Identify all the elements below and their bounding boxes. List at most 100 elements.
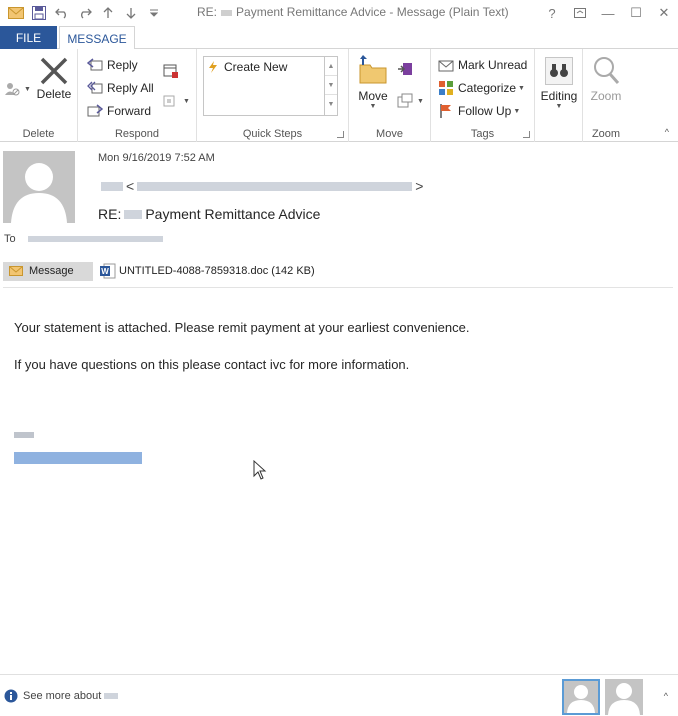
title-bar: RE: Payment Remittance Advice - Message (…	[0, 0, 678, 26]
meeting-icon	[163, 63, 179, 79]
tags-group-label: Tags	[470, 128, 495, 140]
minimize-button[interactable]: —	[594, 0, 622, 26]
move-dropdown-icon: ▼	[369, 103, 377, 110]
follow-up-button[interactable]: Follow Up ▼	[438, 103, 520, 119]
more-respond-icon	[163, 93, 179, 109]
tags-launcher-icon[interactable]	[523, 131, 530, 138]
sender-avatar[interactable]	[3, 151, 75, 223]
message-date: Mon 9/16/2019 7:52 AM	[98, 152, 215, 164]
actions-icon	[397, 93, 413, 109]
move-group-label: Move	[376, 128, 403, 140]
meeting-button[interactable]	[163, 63, 183, 79]
editing-group: Editing ▼	[535, 49, 583, 142]
move-button[interactable]: Move ▼	[353, 55, 393, 110]
mouse-cursor-icon	[253, 459, 267, 483]
next-item-icon[interactable]	[121, 3, 141, 23]
redacted-signature-link[interactable]	[14, 452, 142, 464]
tags-group: Mark Unread Categorize ▼ Follow Up ▼ Tags	[431, 49, 535, 142]
people-avatar-sender[interactable]	[562, 679, 600, 715]
info-icon	[4, 689, 18, 703]
redacted-subject-part	[124, 209, 143, 219]
ignore-button[interactable]: ▼	[4, 81, 31, 97]
reply-all-icon	[87, 80, 103, 96]
scroll-down-icon[interactable]: ▼	[325, 76, 337, 95]
collapse-ribbon-icon[interactable]: ^	[665, 127, 669, 137]
scroll-up-icon[interactable]: ▲	[325, 57, 337, 76]
tab-file[interactable]: FILE	[0, 26, 57, 49]
attachment-item[interactable]: W UNTITLED-4088-7859318.doc (142 KB)	[100, 263, 315, 279]
ribbon-tabs: FILE MESSAGE	[0, 26, 678, 50]
customize-qat-icon[interactable]	[144, 3, 164, 23]
quick-steps-gallery: Create New ▲ ▼ ▼	[203, 56, 338, 116]
expand-people-pane-icon[interactable]: ^	[664, 691, 668, 701]
zoom-group: Zoom Zoom	[583, 49, 629, 142]
reply-all-button[interactable]: Reply All	[87, 80, 154, 96]
forward-button[interactable]: Forward	[87, 103, 151, 119]
people-pane: See more about ^	[0, 674, 678, 716]
more-respond-button[interactable]: ▼	[163, 93, 190, 109]
help-button[interactable]: ?	[538, 0, 566, 26]
maximize-button[interactable]: ☐	[622, 0, 650, 26]
message-subject: RE: Payment Remittance Advice	[98, 206, 321, 222]
zoom-button[interactable]: Zoom	[585, 55, 627, 103]
body-line-1: Your statement is attached. Please remit…	[14, 320, 470, 335]
actions-dropdown-icon: ▼	[417, 97, 424, 105]
lightning-icon	[208, 61, 218, 73]
respond-group-label: Respond	[114, 128, 160, 140]
see-more-about[interactable]: See more about	[4, 689, 121, 703]
header-divider	[3, 287, 673, 288]
mark-unread-button[interactable]: Mark Unread	[438, 57, 527, 73]
quick-steps-group-label: Quick Steps	[242, 128, 303, 140]
mark-unread-icon	[438, 57, 454, 73]
ignore-dropdown-icon: ▼	[24, 85, 31, 93]
editing-dropdown-icon: ▼	[555, 103, 563, 110]
undo-icon[interactable]	[52, 3, 72, 23]
delete-icon	[36, 57, 72, 87]
message-header: Mon 9/16/2019 7:52 AM < > RE: Payment Re…	[0, 142, 678, 290]
more-respond-dropdown-icon: ▼	[183, 97, 190, 105]
quick-steps-launcher-icon[interactable]	[337, 131, 344, 138]
ignore-icon	[4, 81, 20, 97]
ribbon-display-options-icon[interactable]	[566, 0, 594, 26]
previous-item-icon[interactable]	[98, 3, 118, 23]
redacted-recipient	[27, 236, 163, 242]
reply-button[interactable]: Reply	[87, 57, 138, 73]
to-line: To	[4, 233, 166, 245]
zoom-group-label: Zoom	[591, 128, 621, 140]
sender-line[interactable]: < >	[98, 178, 423, 194]
redacted-sender-email	[137, 181, 413, 191]
save-icon[interactable]	[29, 3, 49, 23]
redacted-text	[221, 9, 233, 16]
onenote-button[interactable]	[397, 61, 417, 77]
delete-group: ▼ Delete Delete	[0, 49, 78, 142]
people-avatar-recipient[interactable]	[605, 679, 643, 715]
window-controls: ? — ☐ ✕	[538, 0, 678, 26]
ribbon: ▼ Delete Delete Reply Reply All Forward	[0, 49, 678, 142]
redo-icon[interactable]	[75, 3, 95, 23]
quick-step-create-new[interactable]: Create New	[208, 60, 287, 74]
quick-steps-scrollbar[interactable]: ▲ ▼ ▼	[324, 57, 337, 115]
move-folder-icon	[353, 55, 393, 89]
delete-button[interactable]: Delete	[36, 57, 72, 101]
delete-group-label: Delete	[22, 128, 55, 140]
magnifier-icon	[585, 55, 627, 89]
categorize-dropdown-icon: ▼	[518, 84, 525, 92]
binoculars-icon	[537, 53, 581, 89]
close-button[interactable]: ✕	[650, 0, 678, 26]
forward-icon	[87, 103, 103, 119]
expand-gallery-icon[interactable]: ▼	[325, 95, 337, 114]
actions-button[interactable]: ▼	[397, 93, 424, 109]
editing-button[interactable]: Editing ▼	[537, 53, 581, 110]
categorize-button[interactable]: Categorize ▼	[438, 80, 525, 96]
body-line-2: If you have questions on this please con…	[14, 357, 410, 372]
window-title: RE: Payment Remittance Advice - Message (…	[197, 5, 509, 19]
redacted-sender-name	[101, 181, 123, 191]
rules-icon	[397, 61, 413, 77]
redacted-signature-name	[14, 432, 34, 438]
outlook-envelope-icon[interactable]	[6, 3, 26, 23]
message-chip[interactable]: Message	[3, 261, 93, 281]
flag-icon	[438, 103, 454, 119]
follow-up-dropdown-icon: ▼	[513, 107, 521, 115]
attachment-bar: Message W UNTITLED-4088-7859318.doc (142…	[3, 260, 673, 282]
tab-message[interactable]: MESSAGE	[59, 26, 135, 50]
